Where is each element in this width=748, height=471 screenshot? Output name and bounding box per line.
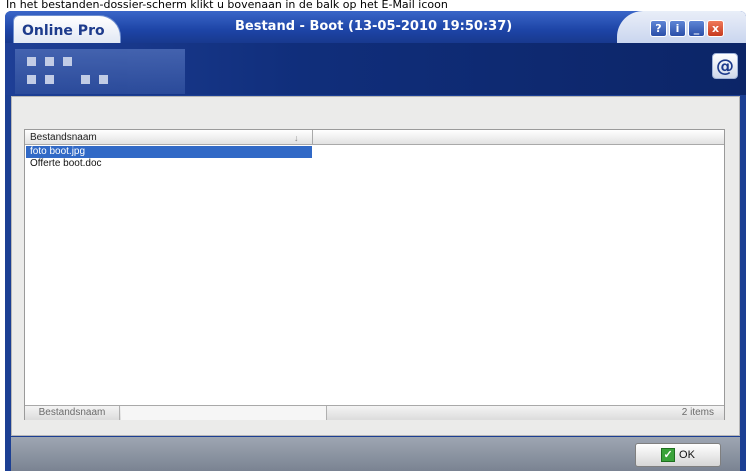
email-icon[interactable]: @ bbox=[712, 53, 738, 79]
footer-filter-label: Bestandsnaam bbox=[25, 406, 120, 420]
minimize-icon[interactable]: _ bbox=[688, 20, 705, 37]
instruction-caption: In het bestanden-dossier-scherm klikt u … bbox=[6, 0, 448, 11]
close-icon[interactable]: x bbox=[707, 20, 724, 37]
header-banner bbox=[5, 43, 746, 95]
help-icon[interactable]: ? bbox=[650, 20, 667, 37]
building-logo-image bbox=[15, 49, 185, 94]
column-header-bestandsnaam[interactable]: Bestandsnaam ↓ bbox=[25, 130, 313, 145]
list-item-offerte-boot[interactable]: Offerte boot.doc bbox=[26, 158, 312, 170]
app-window: Online Pro Bestand - Boot (13-05-2010 19… bbox=[5, 11, 746, 471]
list-footer: Bestandsnaam 2 items bbox=[25, 405, 724, 420]
info-icon[interactable]: i bbox=[669, 20, 686, 37]
ok-button[interactable]: ✓ OK bbox=[635, 443, 721, 467]
list-item-foto-boot[interactable]: foto boot.jpg bbox=[26, 146, 312, 158]
app-name: Online Pro bbox=[22, 23, 105, 39]
footer-filter-input[interactable] bbox=[121, 406, 327, 420]
file-dossier-panel: Bestandsnaam ↓ foto boot.jpg Offerte boo… bbox=[11, 96, 740, 436]
window-title: Bestand - Boot (13-05-2010 19:50:37) bbox=[235, 19, 513, 34]
bottom-bar: ✓ OK bbox=[11, 437, 740, 471]
sort-arrow-icon: ↓ bbox=[294, 133, 299, 143]
check-icon: ✓ bbox=[661, 448, 676, 462]
file-list[interactable]: Bestandsnaam ↓ foto boot.jpg Offerte boo… bbox=[24, 129, 725, 420]
ok-button-label: OK bbox=[679, 449, 695, 461]
list-header: Bestandsnaam ↓ bbox=[25, 130, 724, 145]
item-count: 2 items bbox=[681, 407, 714, 418]
title-bar: Online Pro Bestand - Boot (13-05-2010 19… bbox=[5, 11, 746, 45]
app-name-tab: Online Pro bbox=[13, 15, 121, 45]
column-header-label: Bestandsnaam bbox=[30, 132, 97, 143]
